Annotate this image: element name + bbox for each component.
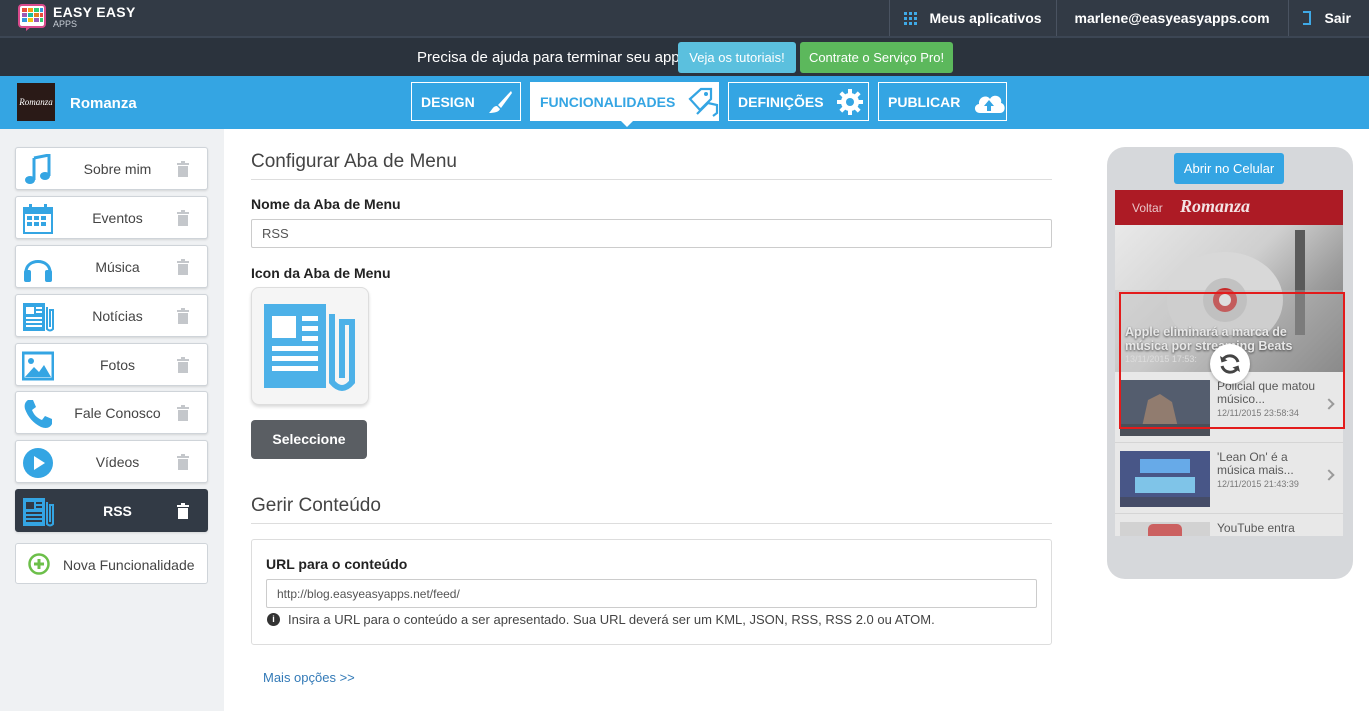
menu-name-input[interactable] (251, 219, 1052, 248)
sidebar-item-fotos[interactable]: Fotos (15, 343, 208, 386)
newspaper-icon (23, 498, 54, 527)
trash-icon[interactable] (177, 405, 189, 421)
sidebar: Sobre mim Eventos Música Notícias Fotos … (0, 129, 224, 711)
user-email: marlene@easyeasyapps.com (1074, 10, 1270, 26)
logout-label: Sair (1324, 10, 1351, 26)
sidebar-item-rss[interactable]: RSS (15, 489, 208, 532)
top-navbar: EASY EASY APPS Meus aplicativos marlene@… (0, 0, 1369, 36)
my-apps-label: Meus aplicativos (929, 10, 1042, 26)
sidebar-item-fale-conosco[interactable]: Fale Conosco (15, 391, 208, 434)
more-options-link[interactable]: Mais opções >> (263, 670, 355, 685)
apps-grid-icon (904, 11, 918, 25)
user-email-link[interactable]: marlene@easyeasyapps.com (1055, 0, 1288, 36)
newspaper-icon (23, 303, 54, 332)
cloud-upload-icon (975, 95, 1005, 113)
sidebar-item-eventos[interactable]: Eventos (15, 196, 208, 239)
logout-link[interactable]: Sair (1287, 0, 1369, 36)
menu-name-label: Nome da Aba de Menu (251, 196, 401, 212)
config-section-title: Configurar Aba de Menu (251, 151, 1052, 180)
logo-icon[interactable] (18, 4, 46, 32)
calendar-icon (23, 204, 53, 234)
pro-service-button[interactable]: Contrate o Serviço Pro! (800, 42, 953, 73)
sidebar-item-label: Vídeos (95, 454, 140, 470)
brand-subtitle: APPS (53, 19, 78, 29)
trash-icon[interactable] (177, 503, 189, 519)
music-note-icon (25, 154, 51, 184)
trash-icon[interactable] (177, 454, 189, 470)
tab-design[interactable]: DESIGN (411, 82, 521, 121)
trash-icon[interactable] (177, 357, 189, 373)
active-tab-pointer (620, 120, 634, 127)
add-feature-button[interactable]: Nova Funcionalidade (15, 543, 208, 584)
url-hint: i Insira a URL para o conteúdo a ser apr… (267, 612, 935, 627)
sidebar-item-label: RSS (103, 503, 132, 519)
brand-name: EASY EASY (53, 4, 136, 20)
app-bar: Romanza Romanza DESIGN FUNCIONALIDADES D… (0, 76, 1369, 129)
help-bar: Precisa de ajuda para terminar seu app? … (0, 36, 1369, 76)
logout-icon (1302, 11, 1311, 25)
content-section-title: Gerir Conteúdo (251, 495, 1052, 524)
plus-circle-icon (28, 553, 50, 575)
trash-icon[interactable] (177, 161, 189, 177)
brush-icon (488, 90, 512, 113)
tab-definicoes-label: DEFINIÇÕES (738, 93, 824, 110)
tab-funcionalidades-label: FUNCIONALIDADES (540, 93, 676, 110)
url-label: URL para o conteúdo (266, 556, 408, 572)
tab-publicar[interactable]: PUBLICAR (878, 82, 1007, 121)
url-hint-text: Insira a URL para o conteúdo a ser apres… (288, 612, 935, 627)
menu-icon-preview[interactable] (251, 287, 369, 405)
tab-funcionalidades[interactable]: FUNCIONALIDADES (530, 82, 719, 121)
headphones-icon (24, 260, 52, 282)
trash-icon[interactable] (177, 308, 189, 324)
tab-design-label: DESIGN (421, 93, 475, 110)
tags-icon (688, 87, 719, 117)
sidebar-item-label: Eventos (92, 210, 143, 226)
sidebar-item-videos[interactable]: Vídeos (15, 440, 208, 483)
sidebar-item-musica[interactable]: Música (15, 245, 208, 288)
sidebar-item-label: Fale Conosco (74, 405, 161, 421)
content-url-panel: URL para o conteúdo i Insira a URL para … (251, 539, 1052, 645)
select-icon-button[interactable]: Seleccione (251, 420, 367, 459)
sidebar-item-label: Música (95, 259, 140, 275)
preview-title: Romanza (1180, 196, 1251, 216)
sidebar-item-label: Notícias (92, 308, 143, 324)
tab-definicoes[interactable]: DEFINIÇÕES (728, 82, 869, 121)
trash-icon[interactable] (177, 259, 189, 275)
app-name: Romanza (70, 95, 137, 112)
tutorials-button[interactable]: Veja os tutoriais! (678, 42, 796, 73)
newspaper-icon (264, 304, 355, 391)
preview-back-button[interactable]: Voltar (1132, 201, 1163, 215)
tab-publicar-label: PUBLICAR (888, 93, 961, 110)
phone-icon (24, 400, 52, 428)
sidebar-item-noticias[interactable]: Notícias (15, 294, 208, 337)
app-thumbnail[interactable]: Romanza (17, 83, 55, 121)
highlight-box (1119, 292, 1345, 429)
gear-icon (836, 88, 863, 115)
preview-header: Voltar Romanza (1115, 190, 1343, 225)
menu-icon-label: Icon da Aba de Menu (251, 265, 391, 281)
photo-icon (22, 351, 54, 381)
add-feature-label: Nova Funcionalidade (63, 557, 195, 573)
info-icon: i (267, 613, 280, 626)
main-content: Configurar Aba de Menu Nome da Aba de Me… (224, 129, 1104, 711)
open-on-phone-button[interactable]: Abrir no Celular (1174, 153, 1284, 184)
sidebar-item-sobre-mim[interactable]: Sobre mim (15, 147, 208, 190)
trash-icon[interactable] (177, 210, 189, 226)
sidebar-item-label: Fotos (99, 357, 135, 373)
sidebar-item-label: Sobre mim (83, 161, 152, 177)
play-icon (23, 448, 53, 478)
help-text: Precisa de ajuda para terminar seu app? (417, 49, 688, 66)
my-apps-link[interactable]: Meus aplicativos (889, 0, 1055, 36)
url-input[interactable] (266, 579, 1037, 608)
